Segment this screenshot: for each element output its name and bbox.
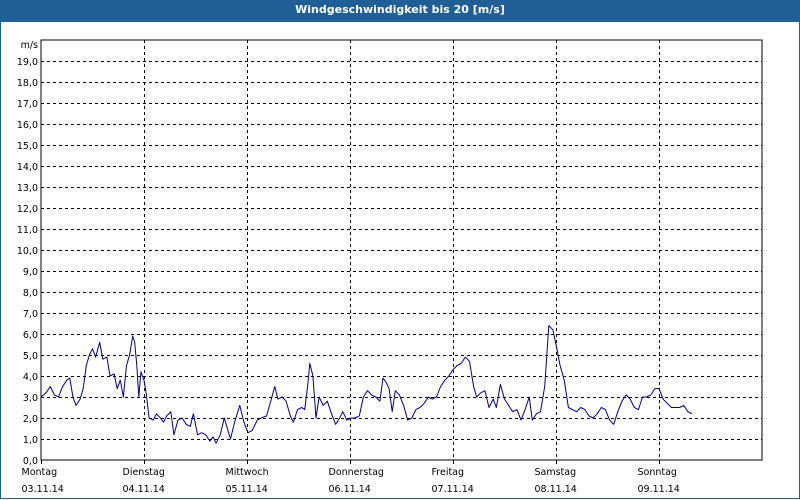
- x-tick-date: 06.11.14: [329, 484, 371, 495]
- x-tick-day: Freitag: [432, 467, 465, 478]
- wind-speed-line: [40, 325, 693, 444]
- y-tick-label: 1,0: [23, 435, 38, 446]
- y-tick-label: 19,0: [17, 57, 38, 68]
- y-tick-label: 8,0: [23, 288, 38, 299]
- x-tick-day: Dienstag: [123, 467, 165, 478]
- x-tick-day: Sonntag: [638, 467, 677, 478]
- y-tick-label: 10,0: [17, 246, 38, 257]
- y-tick-label: 12,0: [17, 204, 38, 215]
- y-tick-label: 6,0: [23, 330, 38, 341]
- y-tick-label: 0,0: [23, 456, 38, 467]
- y-tick-label: 17,0: [17, 99, 38, 110]
- x-tick-date: 09.11.14: [638, 484, 680, 495]
- y-tick-label: 13,0: [17, 183, 38, 194]
- y-tick-label: 18,0: [17, 78, 38, 89]
- x-tick-day: Mittwoch: [226, 467, 269, 478]
- wind-speed-chart: 0,0 1,0 2,0 3,0 4,0 5,0 6,0 7,0 8,0 9,0 10,0 11,0 12…: [17, 39, 763, 495]
- y-tick-label: 11,0: [17, 225, 38, 236]
- y-tick-label: 14,0: [17, 162, 38, 173]
- y-tick-label: 9,0: [23, 267, 38, 278]
- y-tick-label: 2,0: [23, 414, 38, 425]
- x-tick-day: Samstag: [535, 467, 577, 478]
- x-tick-day: Donnerstag: [329, 467, 384, 478]
- y-tick-label: 3,0: [23, 393, 38, 404]
- y-tick-label: 15,0: [17, 141, 38, 152]
- y-tick-label: 16,0: [17, 120, 38, 131]
- x-tick-date: 03.11.14: [22, 484, 64, 495]
- y-axis-unit: m/s: [21, 40, 38, 51]
- x-tick-date: 08.11.14: [535, 484, 577, 495]
- x-tick-date: 07.11.14: [432, 484, 474, 495]
- y-tick-label: 7,0: [23, 309, 38, 320]
- x-tick-date: 05.11.14: [226, 484, 268, 495]
- y-tick-label: 5,0: [23, 351, 38, 362]
- x-tick-date: 04.11.14: [123, 484, 165, 495]
- y-tick-label: 4,0: [23, 372, 38, 383]
- x-tick-day: Montag: [22, 467, 58, 478]
